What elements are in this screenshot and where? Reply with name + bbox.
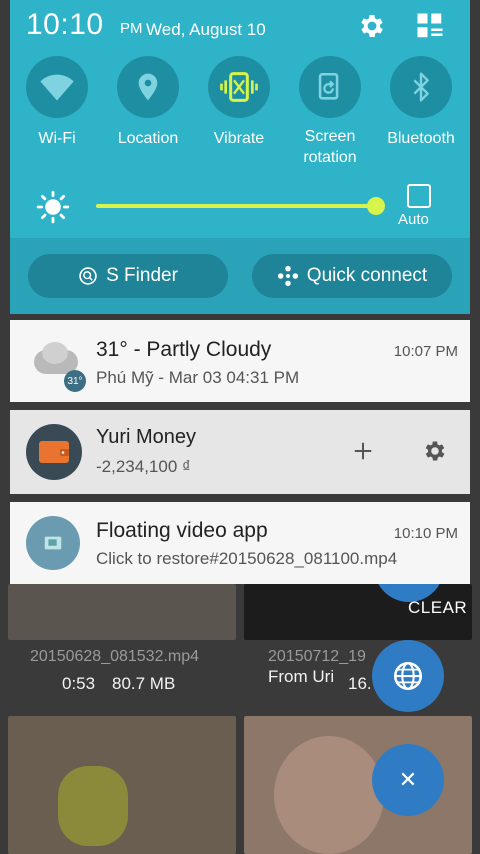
weather-subtitle: Phú Mỹ - Mar 03 04:31 PM bbox=[96, 368, 300, 387]
quick-connect-icon bbox=[277, 265, 298, 287]
bluetooth-label: Bluetooth bbox=[387, 130, 455, 147]
location-icon bbox=[138, 73, 158, 101]
brightness-slider-track[interactable] bbox=[96, 204, 376, 208]
screen-rotation-label-line1: Screen bbox=[304, 128, 356, 145]
status-date: Wed, August 10 bbox=[146, 20, 266, 39]
quick-toggle-screen-rotation[interactable]: Screen rotation bbox=[286, 56, 374, 168]
bluetooth-toggle-circle bbox=[390, 56, 452, 118]
weather-time: 10:07 PM bbox=[393, 343, 458, 360]
brightness-sun-icon bbox=[36, 190, 70, 224]
quick-toggle-wifi[interactable]: Wi-Fi bbox=[13, 56, 101, 149]
wifi-icon bbox=[40, 74, 74, 101]
floating-video-app-icon bbox=[26, 516, 80, 570]
video-filename-2: 20150712_19 bbox=[268, 648, 366, 665]
wifi-toggle-circle bbox=[26, 56, 88, 118]
floating-video-title: Floating video app bbox=[96, 519, 268, 542]
grid-edit-icon bbox=[417, 13, 443, 38]
edit-quick-settings-button[interactable] bbox=[412, 8, 448, 44]
clock-time: 10:10 bbox=[26, 8, 104, 41]
clear-notifications-button[interactable]: CLEAR bbox=[408, 598, 467, 618]
quick-connect-button[interactable]: Quick connect bbox=[252, 254, 452, 298]
location-toggle-circle bbox=[117, 56, 179, 118]
yuri-money-title: Yuri Money bbox=[96, 426, 197, 448]
settings-button[interactable] bbox=[354, 8, 390, 44]
web-fab-button[interactable] bbox=[372, 640, 444, 712]
gear-icon bbox=[425, 441, 445, 461]
gear-icon bbox=[361, 15, 383, 37]
screen-rotation-label: Screen rotation bbox=[286, 126, 374, 168]
wallet-icon bbox=[39, 441, 69, 463]
money-settings-button[interactable] bbox=[420, 436, 450, 466]
vibrate-label: Vibrate bbox=[213, 130, 265, 147]
rotation-toggle-circle bbox=[299, 56, 361, 118]
video-size-2: 16. bbox=[348, 674, 372, 693]
s-finder-button[interactable]: S Finder bbox=[28, 254, 228, 298]
quick-toggle-vibrate[interactable]: Vibrate bbox=[195, 56, 283, 149]
globe-icon bbox=[393, 661, 423, 691]
close-icon: ✕ bbox=[398, 767, 418, 792]
picture-in-picture-icon bbox=[44, 536, 62, 550]
floating-video-time: 10:10 PM bbox=[393, 525, 458, 542]
add-transaction-button[interactable] bbox=[348, 436, 378, 466]
s-finder-label: S Finder bbox=[106, 265, 178, 286]
plus-icon bbox=[354, 442, 372, 460]
video-source-2: From Uri bbox=[268, 667, 335, 686]
yuri-money-notification[interactable]: Yuri Money -2,234,100 ₫ bbox=[10, 410, 470, 494]
video-filename-1: 20150628_081532.mp4 bbox=[30, 648, 200, 665]
wallet-app-icon bbox=[26, 424, 82, 480]
quick-toggle-location[interactable]: Location bbox=[104, 56, 192, 149]
video-thumbnail-3[interactable] bbox=[8, 716, 236, 854]
weather-title: 31° - Partly Cloudy bbox=[96, 338, 272, 361]
temperature-badge: 31° bbox=[64, 370, 86, 392]
thumbnail-bottle-shape bbox=[58, 766, 128, 846]
auto-brightness-checkbox[interactable] bbox=[407, 184, 431, 208]
weather-cloud-icon: 31° bbox=[30, 338, 86, 392]
floating-video-notification[interactable]: Floating video app Click to restore#2015… bbox=[10, 502, 470, 584]
screen-rotation-label-line2: rotation bbox=[303, 149, 357, 166]
video-size-1: 80.7 MB bbox=[112, 674, 176, 693]
weather-notification[interactable]: 31° 31° - Partly Cloudy Phú Mỹ - Mar 03 … bbox=[10, 320, 470, 402]
wifi-label: Wi-Fi bbox=[38, 130, 76, 147]
clock-ampm: PM bbox=[120, 20, 143, 37]
close-fab-button[interactable]: ✕ bbox=[372, 744, 444, 816]
vibrate-icon bbox=[220, 72, 258, 102]
thumbnail-face-shape bbox=[274, 736, 384, 854]
brightness-slider-thumb[interactable] bbox=[367, 197, 385, 215]
yuri-money-balance: -2,234,100 ₫ bbox=[96, 457, 191, 476]
quick-toggle-bluetooth[interactable]: Bluetooth bbox=[377, 56, 465, 149]
screen-rotation-icon bbox=[318, 72, 339, 100]
search-icon bbox=[79, 267, 97, 285]
auto-brightness-label: Auto bbox=[398, 211, 429, 228]
location-label: Location bbox=[117, 130, 179, 147]
floating-video-subtitle: Click to restore#20150628_081100.mp4 bbox=[96, 549, 398, 568]
video-thumbnail-1[interactable] bbox=[8, 584, 236, 640]
vibrate-toggle-circle bbox=[208, 56, 270, 118]
video-duration-1: 0:53 bbox=[62, 674, 96, 693]
quick-connect-label: Quick connect bbox=[306, 265, 428, 286]
cloud-top-shape bbox=[42, 342, 68, 364]
bluetooth-icon bbox=[413, 72, 429, 102]
quick-settings-panel: 10:10 PM Wed, August 10 Wi-Fi Location V… bbox=[10, 0, 470, 314]
